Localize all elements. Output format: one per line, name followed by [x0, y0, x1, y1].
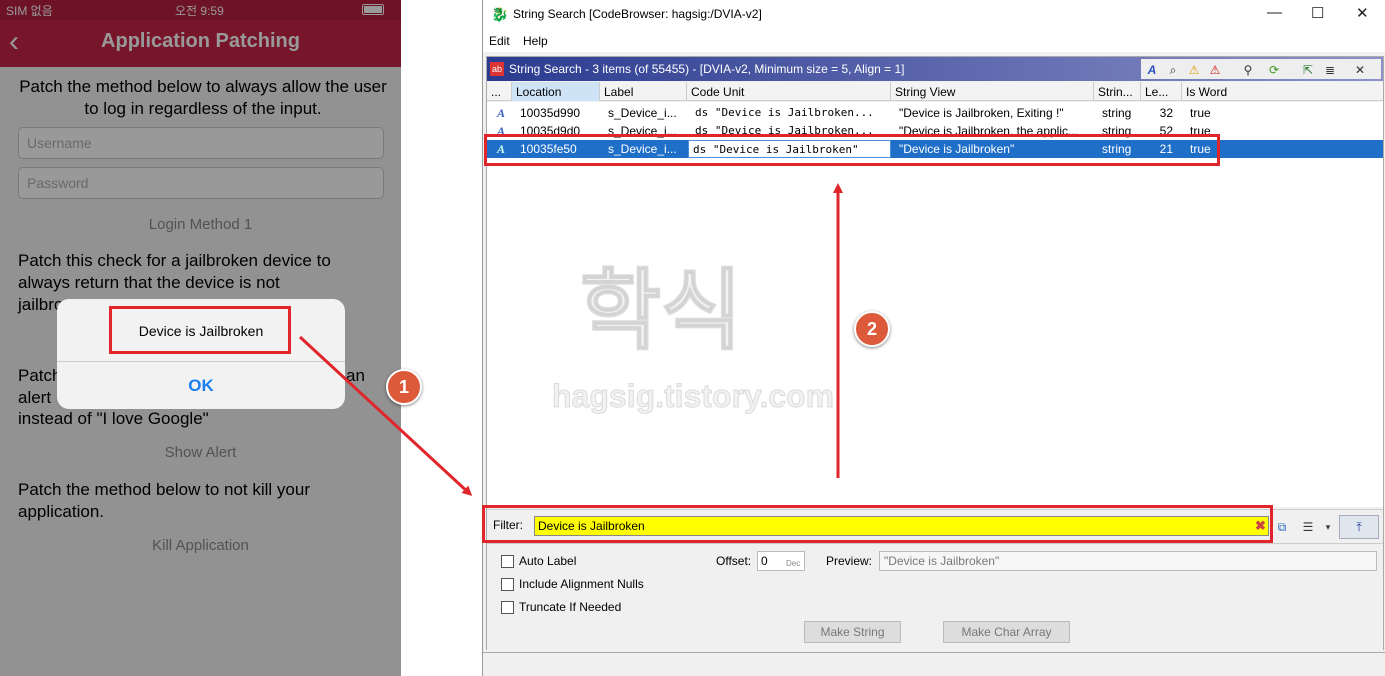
menu-lines-icon[interactable]: ≣	[1321, 61, 1339, 79]
col-more[interactable]: ...	[487, 82, 512, 101]
cell-is-word: true	[1190, 106, 1211, 120]
warning-icon[interactable]: ⚠	[1185, 61, 1203, 79]
col-code-unit[interactable]: Code Unit	[687, 82, 891, 101]
title-bar: 🐉 String Search [CodeBrowser: hagsig:/DV…	[483, 0, 1385, 29]
col-string-type[interactable]: Strin...	[1094, 82, 1141, 101]
highlight-alert-message	[109, 306, 291, 354]
preview-label: Preview:	[826, 554, 873, 568]
error-icon[interactable]: ⚠	[1206, 61, 1224, 79]
alert-ok-button[interactable]: OK	[57, 376, 345, 396]
go-to-top-icon[interactable]: ⤒	[1339, 515, 1379, 539]
cell-location: 10035d990	[520, 106, 581, 120]
offset-field[interactable]: 0 Dec	[757, 551, 805, 571]
col-label[interactable]: Label	[600, 82, 687, 101]
refresh-icon[interactable]: ⟳	[1265, 61, 1283, 79]
string-type-icon[interactable]: A	[1143, 61, 1161, 79]
make-string-button[interactable]: Make String	[804, 621, 901, 643]
close-button[interactable]: ✕	[1356, 4, 1369, 22]
table-row[interactable]: A 10035d990 s_Device_i... ds "Device is …	[487, 104, 1383, 122]
highlight-selected-row	[484, 134, 1220, 166]
export-icon[interactable]: ⇱	[1299, 61, 1317, 79]
watermark-url: hagsig.tistory.com	[551, 378, 835, 415]
ghidra-dragon-icon: 🐉	[491, 6, 509, 22]
col-location[interactable]: Location	[512, 82, 600, 101]
step-badge-1: 1	[386, 369, 422, 405]
offset-value: 0	[761, 554, 768, 568]
include-nulls-checkbox[interactable]	[501, 578, 514, 591]
auto-label-checkbox[interactable]	[501, 555, 514, 568]
include-nulls-label: Include Alignment Nulls	[519, 577, 644, 591]
column-filter-icon[interactable]: ☰	[1299, 518, 1317, 536]
cell-type: string	[1102, 106, 1132, 120]
window-title: String Search [CodeBrowser: hagsig:/DVIA…	[513, 7, 762, 21]
highlight-filter	[482, 505, 1273, 543]
cell-code-unit: ds "Device is Jailbroken...	[695, 106, 874, 119]
filter-options-icon[interactable]: ⧉	[1273, 518, 1291, 536]
panel-header: ab String Search - 3 items (of 55455) - …	[487, 57, 1383, 81]
col-is-word[interactable]: Is Word	[1182, 82, 1383, 101]
make-char-array-button[interactable]: Make Char Array	[943, 621, 1070, 643]
filter-funnel-icon[interactable]: ⚲	[1239, 61, 1257, 79]
watermark-korean: 학식	[579, 260, 743, 361]
dropdown-arrow-icon[interactable]: ▾	[1319, 518, 1337, 536]
preview-value: "Device is Jailbroken"	[884, 554, 1000, 568]
menu-bar: Edit Help	[483, 29, 1385, 52]
truncate-label: Truncate If Needed	[519, 600, 622, 614]
col-string-view[interactable]: String View	[891, 82, 1094, 101]
cell-string-view: "Device is Jailbroken, Exiting !"	[899, 106, 1064, 120]
cell-length: 32	[1159, 106, 1173, 120]
alert-divider	[57, 361, 345, 362]
offset-unit: Dec	[786, 559, 801, 568]
truncate-checkbox[interactable]	[501, 601, 514, 614]
menu-help[interactable]: Help	[523, 34, 548, 48]
menu-edit[interactable]: Edit	[489, 34, 510, 48]
table-header: ... Location Label Code Unit String View…	[487, 82, 1383, 101]
options-panel: Auto Label Include Alignment Nulls Trunc…	[487, 543, 1383, 651]
step-badge-2: 2	[854, 311, 890, 347]
panel-close-icon[interactable]: ✕	[1351, 61, 1369, 79]
col-length[interactable]: Le...	[1141, 82, 1182, 101]
status-strip	[483, 652, 1385, 676]
panel-toolbar: A ⌕ ⚠ ⚠ ⚲ ⟳ ⇱ ≣ ✕	[1141, 59, 1381, 79]
auto-label-label: Auto Label	[519, 554, 577, 568]
offset-label: Offset:	[716, 554, 752, 568]
panel-title: String Search - 3 items (of 55455) - [DV…	[509, 62, 905, 76]
maximize-button[interactable]: ☐	[1311, 4, 1324, 22]
cell-label: s_Device_i...	[608, 106, 677, 120]
search-icon[interactable]: ⌕	[1164, 61, 1182, 79]
minimize-button[interactable]: —	[1267, 4, 1282, 21]
string-search-icon: ab	[490, 62, 504, 76]
string-type-icon: A	[497, 106, 506, 120]
preview-field: "Device is Jailbroken"	[879, 551, 1377, 571]
